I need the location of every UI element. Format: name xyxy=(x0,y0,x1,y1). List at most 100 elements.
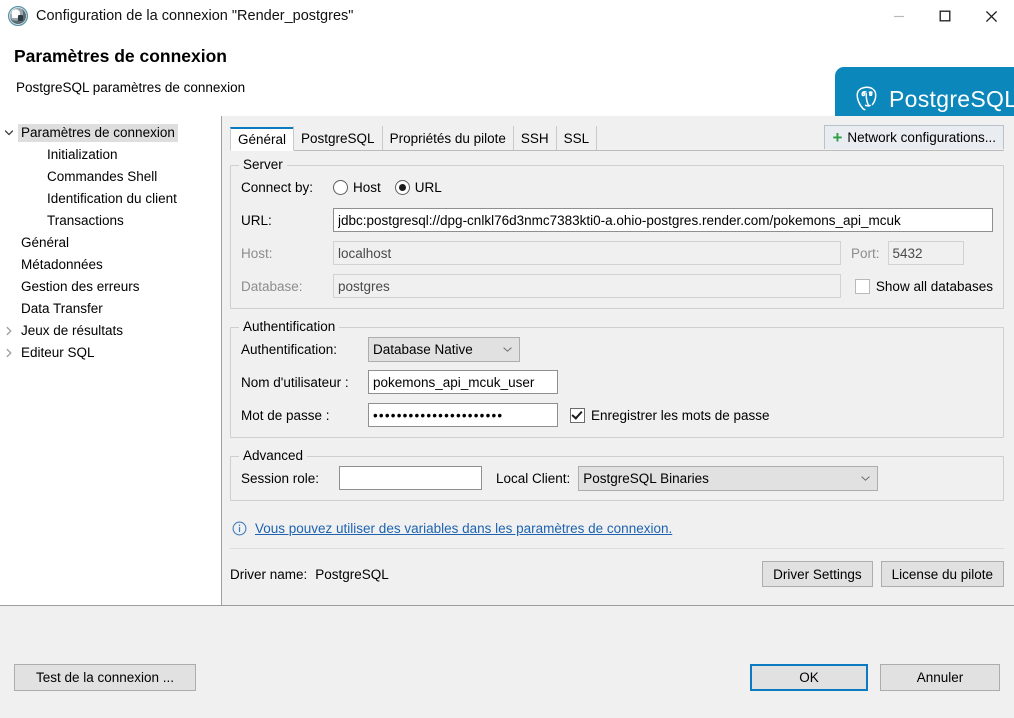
network-configurations-button[interactable]: + Network configurations... xyxy=(824,125,1004,149)
url-label: URL: xyxy=(240,212,272,228)
window-title: Configuration de la connexion "Render_po… xyxy=(36,8,354,24)
tab-label: SSH xyxy=(520,130,549,146)
authentication-group: Authentification Authentification: Datab… xyxy=(229,319,1004,438)
radio-connect-by-host[interactable]: Host xyxy=(332,179,381,195)
tab-ssh[interactable]: SSH xyxy=(512,126,557,150)
server-group: Server Connect by: Host URL URL: Host: xyxy=(229,157,1004,309)
sidebar-item-label: Gestion des erreurs xyxy=(21,279,140,294)
local-client-select-wrap: PostgreSQL Binaries xyxy=(578,465,879,491)
postgresql-elephant-logo xyxy=(849,81,883,118)
host-label: Host: xyxy=(240,245,273,261)
host-row: Host: Port: xyxy=(241,241,993,265)
authentication-label: Authentification: xyxy=(240,341,338,357)
network-configurations-label: Network configurations... xyxy=(847,130,996,145)
sidebar-item[interactable]: Général xyxy=(0,232,221,254)
show-all-databases-box xyxy=(854,278,870,294)
password-row: Mot de passe : Enregistrer les mots de p… xyxy=(241,403,993,427)
radio-url-dot xyxy=(394,179,410,195)
driver-settings-button[interactable]: Driver Settings xyxy=(762,561,873,587)
show-all-databases-checkbox[interactable]: Show all databases xyxy=(854,278,993,294)
authentication-select[interactable]: Database Native xyxy=(367,336,520,362)
sidebar-item[interactable]: Jeux de résultats xyxy=(0,320,221,342)
sidebar-item-label: Transactions xyxy=(47,213,124,228)
port-input xyxy=(887,241,964,265)
sidebar-item[interactable]: Editeur SQL xyxy=(0,342,221,364)
tab-postgresql[interactable]: PostgreSQL xyxy=(293,126,383,150)
dialog-footer: Test de la connexion ... OK Annuler xyxy=(0,606,1014,718)
sidebar-item[interactable]: Transactions xyxy=(0,210,221,232)
radio-connect-by-url[interactable]: URL xyxy=(394,179,442,195)
username-input[interactable] xyxy=(367,370,558,394)
tab-label: PostgreSQL xyxy=(301,130,375,146)
driver-row: Driver name: PostgreSQL Driver Settings … xyxy=(230,561,1004,587)
title-bar: Configuration de la connexion "Render_po… xyxy=(0,0,1014,32)
sidebar-item-label: Editeur SQL xyxy=(21,345,95,360)
page-title: Paramètres de connexion xyxy=(14,46,227,66)
chevron-down-icon[interactable] xyxy=(0,128,18,138)
page-subtitle: PostgreSQL paramètres de connexion xyxy=(16,80,246,95)
connect-by-row: Connect by: Host URL xyxy=(241,175,993,199)
sidebar-item[interactable]: Data Transfer xyxy=(0,298,221,320)
plus-icon: + xyxy=(832,128,843,147)
chevron-right-icon[interactable] xyxy=(0,348,18,358)
radio-url-label: URL xyxy=(414,179,442,195)
tab-g-n-ral[interactable]: Général xyxy=(229,127,295,151)
sidebar-item-label: Initialization xyxy=(47,147,118,162)
radio-host-label: Host xyxy=(352,179,381,195)
username-row: Nom d'utilisateur : xyxy=(241,370,993,394)
cancel-button[interactable]: Annuler xyxy=(880,664,1000,691)
authentication-select-wrap: Database Native xyxy=(367,336,520,362)
sidebar-item[interactable]: Commandes Shell xyxy=(0,166,221,188)
sidebar-item[interactable]: Gestion des erreurs xyxy=(0,276,221,298)
close-icon[interactable] xyxy=(968,0,1014,32)
variables-info-link[interactable]: Vous pouvez utiliser des variables dans … xyxy=(255,521,672,536)
connect-by-label: Connect by: xyxy=(240,179,314,195)
sidebar-item-label: Général xyxy=(21,235,70,250)
ok-button[interactable]: OK xyxy=(750,664,868,691)
session-role-label: Session role: xyxy=(240,470,320,486)
host-input xyxy=(332,241,841,265)
save-password-checkbox[interactable]: Enregistrer les mots de passe xyxy=(569,407,770,423)
chevron-right-icon[interactable] xyxy=(0,326,18,336)
auth-method-row: Authentification: Database Native xyxy=(240,336,993,362)
local-client-label: Local Client: xyxy=(495,470,571,486)
port-label: Port: xyxy=(850,245,880,261)
url-input[interactable] xyxy=(332,208,993,232)
sidebar-item[interactable]: Métadonnées xyxy=(0,254,221,276)
page-header: Paramètres de connexion PostgreSQL param… xyxy=(0,32,1014,132)
driver-name-label: Driver name: xyxy=(229,566,308,582)
sidebar-item[interactable]: Paramètres de connexion xyxy=(0,122,221,144)
driver-license-button[interactable]: License du pilote xyxy=(880,561,1004,587)
password-input[interactable] xyxy=(367,403,558,427)
sidebar-item-label: Paramètres de connexion xyxy=(18,124,178,142)
show-all-databases-label: Show all databases xyxy=(875,278,993,294)
database-row: Database: Show all databases xyxy=(241,274,993,298)
sidebar-item-label: Commandes Shell xyxy=(47,169,158,184)
database-label: Database: xyxy=(240,278,303,294)
postgresql-banner-text: PostgreSQL xyxy=(889,86,1014,112)
minimize-icon[interactable] xyxy=(876,0,922,32)
url-row: URL: xyxy=(241,208,993,232)
maximize-icon[interactable] xyxy=(922,0,968,32)
settings-tree[interactable]: Paramètres de connexion Initialization Com… xyxy=(0,116,222,606)
content-pane: Général PostgreSQL Propriétés du pilote SSH… xyxy=(221,116,1014,606)
tab-label: Général xyxy=(237,132,287,147)
save-password-label: Enregistrer les mots de passe xyxy=(590,407,770,423)
database-input xyxy=(332,274,841,298)
sidebar-item-label: Data Transfer xyxy=(21,301,103,316)
test-connection-button[interactable]: Test de la connexion ... xyxy=(14,664,196,691)
advanced-group-legend: Advanced xyxy=(238,448,308,463)
authentication-group-legend: Authentification xyxy=(238,319,340,334)
divider xyxy=(229,548,1004,549)
tab-ssl[interactable]: SSL xyxy=(555,126,598,150)
window-controls xyxy=(876,0,1014,32)
tab-propri-t-s-du-pilote[interactable]: Propriétés du pilote xyxy=(381,126,514,150)
main-area: Paramètres de connexion Initialization Com… xyxy=(0,116,1014,606)
session-role-input[interactable] xyxy=(338,466,482,490)
sidebar-item[interactable]: Initialization xyxy=(0,144,221,166)
server-group-legend: Server xyxy=(238,157,287,172)
sidebar-item[interactable]: Identification du client xyxy=(0,188,221,210)
advanced-row: Session role: Local Client: PostgreSQL B… xyxy=(240,465,993,491)
dbeaver-icon xyxy=(8,6,28,26)
local-client-select[interactable]: PostgreSQL Binaries xyxy=(578,465,879,491)
